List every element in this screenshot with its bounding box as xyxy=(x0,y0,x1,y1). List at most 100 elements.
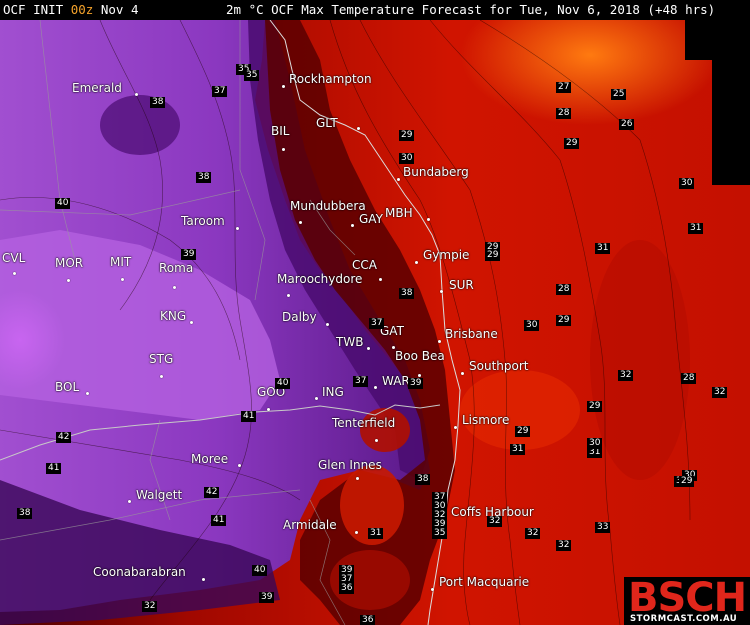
city-marker xyxy=(438,340,441,343)
temperature-value: 26 xyxy=(619,119,635,130)
city-marker xyxy=(461,372,464,375)
city-marker xyxy=(282,148,285,151)
city-marker xyxy=(202,578,205,581)
city-label: Walgett xyxy=(136,488,183,502)
run-info: OCF INIT 00z Nov 4 xyxy=(3,0,139,20)
tableland-patch-2 xyxy=(360,408,410,452)
city-label: Rockhampton xyxy=(289,72,372,86)
city-label: Boo Bea xyxy=(395,349,445,363)
header-bar: OCF INIT 00z Nov 4 2m °C OCF Max Tempera… xyxy=(0,0,750,20)
city-label: Gympie xyxy=(423,248,470,262)
city-label: WAR xyxy=(382,374,410,388)
temperature-value: 28 xyxy=(681,373,697,384)
city-label: Emerald xyxy=(72,81,122,95)
run-date: Nov 4 xyxy=(100,2,139,17)
city-label: STG xyxy=(149,352,174,366)
temperature-value: 38 xyxy=(415,474,431,485)
temperature-value: 30 xyxy=(679,178,695,189)
temperature-value: 31 xyxy=(510,444,526,455)
temperature-value: 36 xyxy=(339,583,355,594)
city-label: Dalby xyxy=(282,310,317,324)
city-label: Bundaberg xyxy=(403,165,469,179)
temperature-value: 32 xyxy=(525,528,541,539)
logo-site: STORMCAST.COM.AU xyxy=(630,614,738,624)
temperature-value: 30 xyxy=(524,320,540,331)
temperature-value: 31 xyxy=(688,223,704,234)
temperature-value: 38 xyxy=(150,97,166,108)
temperature-value: 37 xyxy=(353,376,369,387)
city-label: Coonabarabran xyxy=(93,565,186,579)
city-marker xyxy=(355,531,358,534)
temperature-value: 33 xyxy=(595,522,611,533)
temperature-value: 31 xyxy=(368,528,384,539)
city-label: Armidale xyxy=(283,518,337,532)
temperature-value: 41 xyxy=(211,515,227,526)
temperature-value: 40 xyxy=(55,198,71,209)
no-data-region xyxy=(685,20,750,60)
city-marker xyxy=(427,218,430,221)
temperature-value: 39 xyxy=(259,592,275,603)
temperature-value: 38 xyxy=(399,288,415,299)
city-marker xyxy=(67,279,70,282)
city-marker xyxy=(236,227,239,230)
city-marker xyxy=(375,439,378,442)
city-label: CVL xyxy=(2,251,26,265)
city-marker xyxy=(315,397,318,400)
city-marker xyxy=(326,323,329,326)
city-label: Southport xyxy=(469,359,529,373)
city-marker xyxy=(454,426,457,429)
temperature-value: 29 xyxy=(515,426,531,437)
map-title: 2m °C OCF Max Temperature Forecast for T… xyxy=(226,2,716,17)
temperature-value: 28 xyxy=(556,108,572,119)
city-label: SUR xyxy=(449,278,474,292)
city-label: MOR xyxy=(55,256,84,270)
temperature-value: 29 xyxy=(556,315,572,326)
city-marker xyxy=(13,272,16,275)
temperature-value: 29 xyxy=(399,130,415,141)
temperature-value: 38 xyxy=(17,508,33,519)
init-label: OCF INIT xyxy=(3,2,64,17)
city-label: Mundubbera xyxy=(290,199,366,213)
temperature-value: 27 xyxy=(556,82,572,93)
city-label: TWB xyxy=(336,335,364,349)
city-label: Roma xyxy=(159,261,194,275)
city-label: GAY xyxy=(359,212,383,226)
city-marker xyxy=(287,294,290,297)
city-label: Brisbane xyxy=(445,327,498,341)
city-marker xyxy=(121,278,124,281)
temperature-value: 39 xyxy=(181,249,197,260)
city-marker xyxy=(431,588,434,591)
city-label: Tenterfield xyxy=(332,416,396,430)
temperature-value: 32 xyxy=(712,387,728,398)
city-marker xyxy=(367,347,370,350)
temperature-value: 37 xyxy=(369,318,385,329)
temperature-value: 35 xyxy=(244,70,260,81)
city-marker xyxy=(190,321,193,324)
city-marker xyxy=(379,278,382,281)
city-marker xyxy=(86,392,89,395)
temperature-value: 30 xyxy=(587,438,603,449)
forecast-map: OCF INIT 00z Nov 4 2m °C OCF Max Tempera… xyxy=(0,0,750,625)
city-marker xyxy=(415,261,418,264)
city-label: Glen Innes xyxy=(318,458,382,472)
city-marker xyxy=(440,290,443,293)
city-marker xyxy=(397,178,400,181)
temperature-value: 28 xyxy=(556,284,572,295)
temperature-value: 37 xyxy=(212,86,228,97)
city-marker xyxy=(238,464,241,467)
city-label: GLT xyxy=(316,116,338,130)
temperature-value: 30 xyxy=(399,153,415,164)
dark-purple-cell xyxy=(100,95,180,155)
city-label: KNG xyxy=(160,309,187,323)
temperature-value: 29 xyxy=(485,250,501,261)
city-marker xyxy=(128,500,131,503)
city-marker xyxy=(374,386,377,389)
city-label: Maroochydore xyxy=(277,272,363,286)
city-marker xyxy=(160,375,163,378)
city-marker xyxy=(135,93,138,96)
city-marker xyxy=(282,85,285,88)
temperature-value: 31 xyxy=(595,243,611,254)
ocean-patch xyxy=(460,370,580,450)
city-marker xyxy=(299,221,302,224)
city-marker xyxy=(267,408,270,411)
